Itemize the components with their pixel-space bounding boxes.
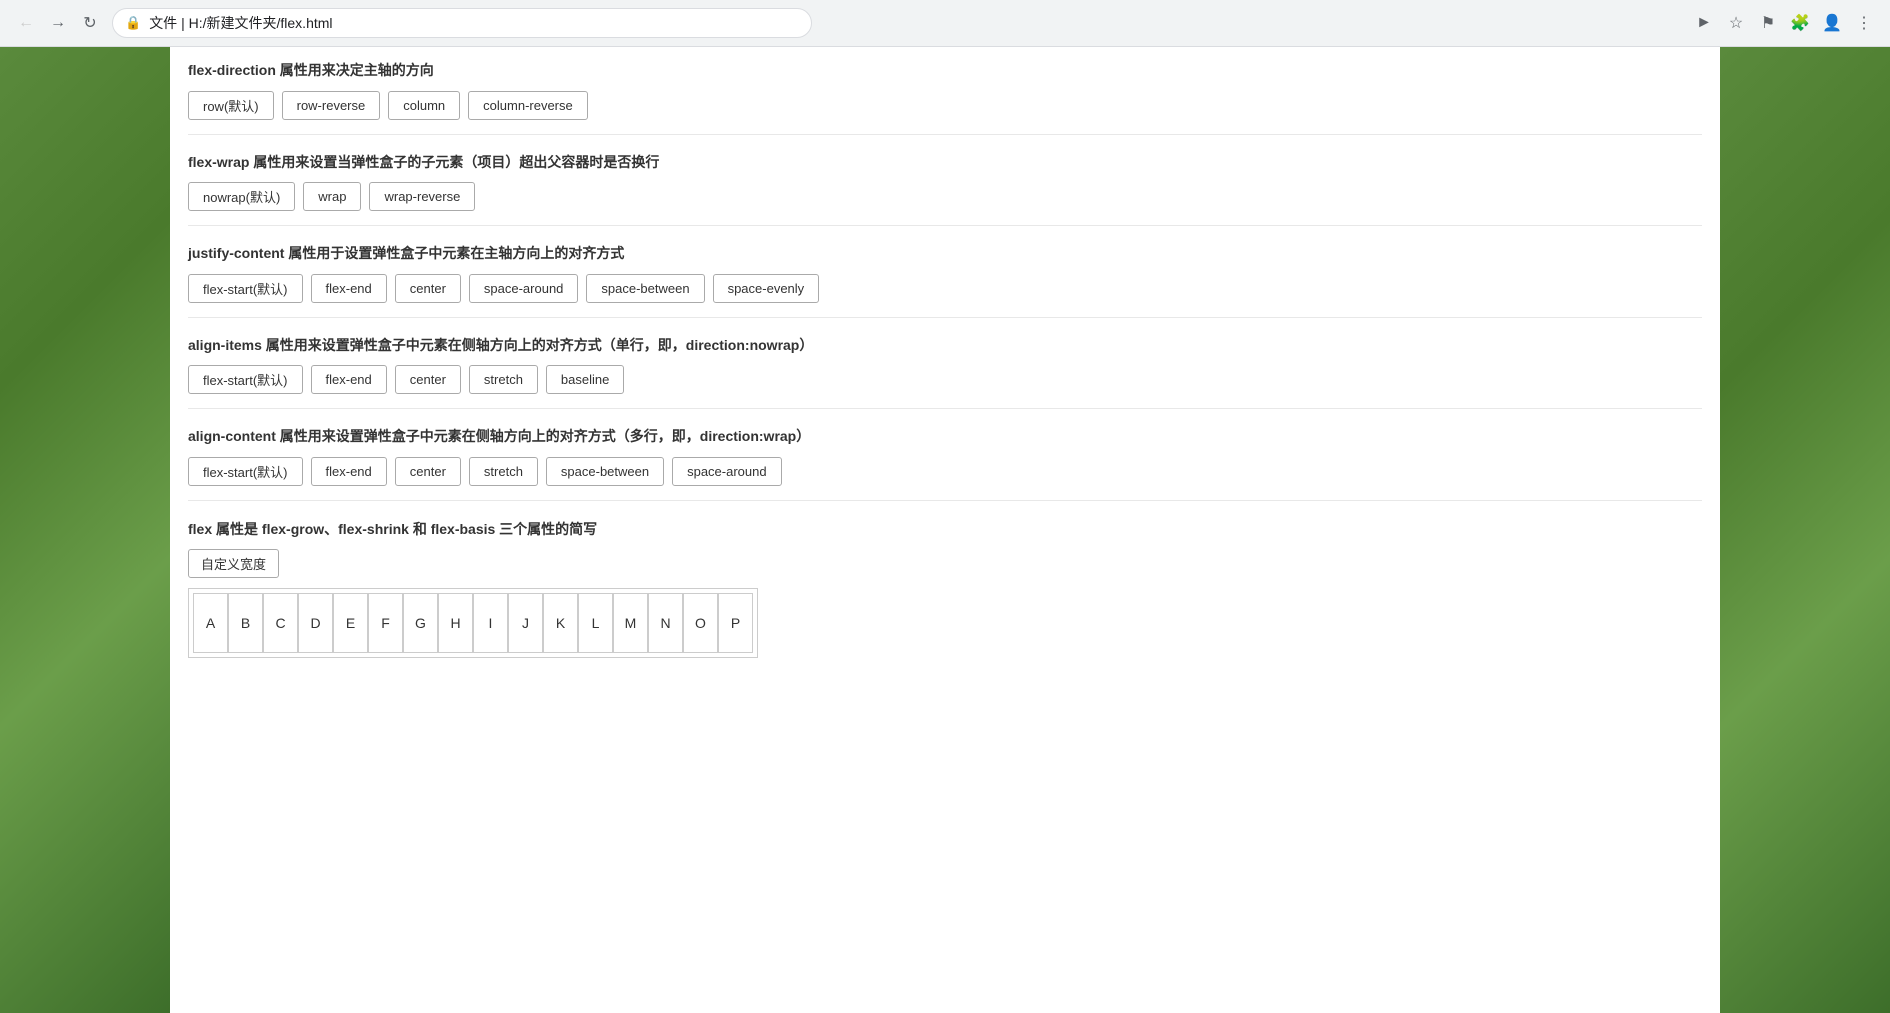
flex-item-m: M	[613, 593, 648, 653]
section-flex-direction: flex-direction 属性用来决定主轴的方向 row(默认) row-r…	[188, 61, 1702, 135]
btn-ai-flex-end[interactable]: flex-end	[311, 365, 387, 394]
section-flex-wrap: flex-wrap 属性用来设置当弹性盒子的子元素（项目）超出父容器时是否换行 …	[188, 153, 1702, 227]
btn-column[interactable]: column	[388, 91, 460, 120]
btn-space-evenly[interactable]: space-evenly	[713, 274, 820, 303]
address-separator: |	[181, 15, 189, 31]
flex-item-f: F	[368, 593, 403, 653]
flex-item-i: I	[473, 593, 508, 653]
flex-item-o: O	[683, 593, 718, 653]
flag-button[interactable]: ⚑	[1754, 9, 1782, 37]
btn-ac-space-between[interactable]: space-between	[546, 457, 664, 486]
bookmark-button[interactable]: ☆	[1722, 9, 1750, 37]
flex-direction-buttons: row(默认) row-reverse column column-revers…	[188, 91, 1702, 120]
btn-row[interactable]: row(默认)	[188, 91, 274, 120]
custom-width-button[interactable]: 自定义宽度	[188, 549, 279, 578]
btn-ai-stretch[interactable]: stretch	[469, 365, 538, 394]
align-items-buttons: flex-start(默认) flex-end center stretch b…	[188, 365, 1702, 394]
section-justify-content: justify-content 属性用于设置弹性盒子中元素在主轴方向上的对齐方式…	[188, 244, 1702, 318]
flex-wrap-title: flex-wrap 属性用来设置当弹性盒子的子元素（项目）超出父容器时是否换行	[188, 153, 1702, 173]
btn-column-reverse[interactable]: column-reverse	[468, 91, 588, 120]
align-content-title: align-content 属性用来设置弹性盒子中元素在侧轴方向上的对齐方式（多…	[188, 427, 1702, 447]
btn-ac-space-around[interactable]: space-around	[672, 457, 782, 486]
flex-item-a: A	[193, 593, 228, 653]
btn-center-jc[interactable]: center	[395, 274, 461, 303]
flex-item-b: B	[228, 593, 263, 653]
btn-ai-center[interactable]: center	[395, 365, 461, 394]
forward-button[interactable]: →	[44, 9, 72, 37]
flex-item-k: K	[543, 593, 578, 653]
address-security-icon: 🔒	[125, 15, 141, 31]
btn-wrap[interactable]: wrap	[303, 182, 361, 211]
toolbar-icons: ► ☆ ⚑ 🧩 👤 ⋮	[1690, 9, 1878, 37]
flex-item-n: N	[648, 593, 683, 653]
section-align-content: align-content 属性用来设置弹性盒子中元素在侧轴方向上的对齐方式（多…	[188, 427, 1702, 501]
nav-buttons: ← → ↻	[12, 9, 104, 37]
btn-ac-center[interactable]: center	[395, 457, 461, 486]
btn-ai-baseline[interactable]: baseline	[546, 365, 624, 394]
flex-item-l: L	[578, 593, 613, 653]
flex-wrap-buttons: nowrap(默认) wrap wrap-reverse	[188, 182, 1702, 211]
flex-direction-title: flex-direction 属性用来决定主轴的方向	[188, 61, 1702, 81]
align-content-buttons: flex-start(默认) flex-end center stretch s…	[188, 457, 1702, 486]
side-panel-right	[1720, 47, 1890, 1013]
btn-wrap-reverse[interactable]: wrap-reverse	[369, 182, 475, 211]
menu-button[interactable]: ⋮	[1850, 9, 1878, 37]
flex-item-d: D	[298, 593, 333, 653]
flex-item-c: C	[263, 593, 298, 653]
justify-content-buttons: flex-start(默认) flex-end center space-aro…	[188, 274, 1702, 303]
btn-flex-start-default[interactable]: flex-start(默认)	[188, 274, 303, 303]
browser-chrome: ← → ↻ 🔒 文件 | H:/新建文件夹/flex.html ► ☆ ⚑ 🧩 …	[0, 0, 1890, 47]
flex-item-e: E	[333, 593, 368, 653]
reload-button[interactable]: ↻	[76, 9, 104, 37]
btn-space-between[interactable]: space-between	[586, 274, 704, 303]
extension-button[interactable]: 🧩	[1786, 9, 1814, 37]
justify-content-title: justify-content 属性用于设置弹性盒子中元素在主轴方向上的对齐方式	[188, 244, 1702, 264]
content-area: flex-direction 属性用来决定主轴的方向 row(默认) row-r…	[170, 47, 1720, 1013]
flex-box-demo: A B C D E F G H I J K L M N O P	[188, 588, 758, 658]
section-align-items: align-items 属性用来设置弹性盒子中元素在侧轴方向上的对齐方式（单行，…	[188, 336, 1702, 410]
flex-item-h: H	[438, 593, 473, 653]
btn-space-around[interactable]: space-around	[469, 274, 579, 303]
align-items-title: align-items 属性用来设置弹性盒子中元素在侧轴方向上的对齐方式（单行，…	[188, 336, 1702, 356]
address-bar[interactable]: 🔒 文件 | H:/新建文件夹/flex.html	[112, 8, 812, 38]
side-panel-left	[0, 47, 170, 1013]
profile-button[interactable]: 👤	[1818, 9, 1846, 37]
file-label: 文件	[149, 15, 177, 31]
cast-button[interactable]: ►	[1690, 9, 1718, 37]
main-layout: flex-direction 属性用来决定主轴的方向 row(默认) row-r…	[0, 47, 1890, 1013]
btn-nowrap[interactable]: nowrap(默认)	[188, 182, 295, 211]
btn-ac-stretch[interactable]: stretch	[469, 457, 538, 486]
address-value: H:/新建文件夹/flex.html	[189, 15, 333, 31]
flex-shorthand-title: flex 属性是 flex-grow、flex-shrink 和 flex-ba…	[188, 519, 1702, 539]
btn-ai-flex-start[interactable]: flex-start(默认)	[188, 365, 303, 394]
section-flex-shorthand: flex 属性是 flex-grow、flex-shrink 和 flex-ba…	[188, 519, 1702, 658]
address-text: 文件 | H:/新建文件夹/flex.html	[149, 13, 799, 33]
btn-ac-flex-start[interactable]: flex-start(默认)	[188, 457, 303, 486]
btn-row-reverse[interactable]: row-reverse	[282, 91, 381, 120]
btn-ac-flex-end[interactable]: flex-end	[311, 457, 387, 486]
flex-item-j: J	[508, 593, 543, 653]
flex-item-p: P	[718, 593, 753, 653]
flex-item-g: G	[403, 593, 438, 653]
btn-flex-end-jc[interactable]: flex-end	[311, 274, 387, 303]
back-button[interactable]: ←	[12, 9, 40, 37]
